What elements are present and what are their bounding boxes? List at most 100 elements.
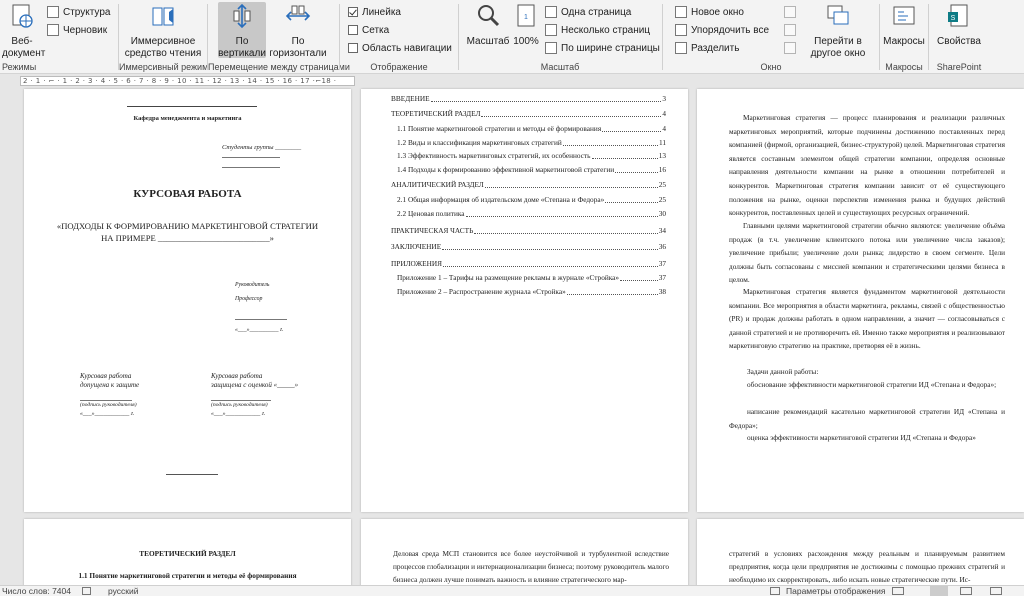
display-settings-button[interactable]: Параметры отображения bbox=[786, 586, 886, 596]
ruler-checkbox[interactable]: Линейка bbox=[348, 4, 401, 20]
toc-entry-page: 4 bbox=[662, 124, 666, 133]
intro-paragraph-2: Главными целями маркетинговой стратегии … bbox=[729, 221, 1005, 285]
toc-entry-title: Приложение 2 – Распространение журнала «… bbox=[397, 287, 566, 296]
switch-windows-icon bbox=[827, 5, 849, 25]
svg-text:S: S bbox=[951, 15, 956, 22]
toc-entry-page: 38 bbox=[658, 287, 666, 296]
immersive-group: Иммерсивное средство чтения Иммерсивный … bbox=[119, 0, 208, 74]
page-width-button[interactable]: По ширине страницы bbox=[545, 40, 660, 56]
split-label: Разделить bbox=[691, 42, 740, 54]
toc-entry[interactable]: ТЕОРЕТИЧЕСКИЙ РАЗДЕЛ 4 bbox=[391, 109, 666, 119]
horizontal-scroll-icon bbox=[285, 5, 311, 21]
toc-entry[interactable]: ЗАКЛЮЧЕНИЕ 36 bbox=[391, 242, 666, 252]
read-mode-icon[interactable] bbox=[930, 586, 948, 596]
toc-entry-page: 13 bbox=[658, 151, 666, 160]
toc-entry-page: 25 bbox=[658, 195, 666, 204]
toc-entry[interactable]: 2.2 Ценовая политика 30 bbox=[397, 209, 666, 219]
grid-label: Сетка bbox=[362, 24, 390, 36]
structure-button[interactable]: Структура bbox=[47, 4, 110, 20]
word-count[interactable]: Число слов: 7404 bbox=[2, 586, 71, 596]
zoom-group-label: Масштаб bbox=[540, 62, 580, 72]
toc-entry-page: 34 bbox=[658, 226, 666, 235]
toc-entry-page: 36 bbox=[658, 242, 666, 251]
properties-button[interactable]: S Свойства bbox=[931, 2, 987, 48]
toc-leader-dots bbox=[602, 131, 662, 132]
toc-leader-dots bbox=[465, 216, 658, 217]
arrange-all-button[interactable]: Упорядочить все bbox=[675, 22, 769, 38]
header-rule bbox=[127, 106, 257, 107]
toc-entry[interactable]: ПРАКТИЧЕСКАЯ ЧАСТЬ 34 bbox=[391, 226, 666, 236]
print-layout-icon[interactable] bbox=[960, 587, 972, 595]
intro-paragraph-1: Маркетинговая стратегия — процесс планир… bbox=[729, 113, 1005, 218]
page-width-label: По ширине страницы bbox=[561, 42, 660, 54]
web-layout-icon[interactable] bbox=[990, 587, 1002, 595]
horizontal-button[interactable]: По горизонтали bbox=[268, 2, 328, 60]
draft-button[interactable]: Черновик bbox=[47, 22, 107, 38]
toc-entry[interactable]: Приложение 1 – Тарифы на размещение рекл… bbox=[397, 273, 666, 283]
structure-label: Структура bbox=[63, 6, 111, 18]
macros-button[interactable]: Макросы bbox=[882, 2, 926, 48]
sync-scroll-icon[interactable] bbox=[784, 24, 796, 36]
toc-entry[interactable]: 1.2 Виды и классификация маркетинговых с… bbox=[397, 138, 666, 148]
multiple-pages-button[interactable]: Несколько страниц bbox=[545, 22, 650, 38]
sharepoint-group: S Свойства SharePoint bbox=[929, 0, 989, 74]
reset-window-icon[interactable] bbox=[784, 42, 796, 54]
toc-leader-dots bbox=[615, 172, 658, 173]
toc-entry[interactable]: АНАЛИТИЧЕСКИЙ РАЗДЕЛ 25 bbox=[391, 180, 666, 190]
proofing-icon[interactable] bbox=[82, 587, 91, 595]
footer-rule bbox=[166, 474, 218, 475]
toc-entry[interactable]: ПРИЛОЖЕНИЯ 37 bbox=[391, 259, 666, 269]
toc-leader-dots bbox=[443, 266, 658, 267]
immersive-reader-button[interactable]: Иммерсивное средство чтения bbox=[123, 2, 203, 60]
tasks-heading: Задачи данной работы: bbox=[747, 367, 819, 376]
nav-pane-checkbox[interactable]: Область навигации bbox=[348, 40, 452, 56]
modes-group-label: Режимы bbox=[2, 62, 37, 72]
ruler-bar: 2 · 1 · ⌐ · 1 · 2 · 3 · 4 · 5 · 6 · 7 · … bbox=[0, 74, 1024, 88]
zoom-button[interactable]: Масштаб bbox=[465, 2, 511, 48]
page-width-icon bbox=[545, 42, 557, 54]
switch-windows-button[interactable]: Перейти в другое окно bbox=[805, 2, 871, 60]
toc-leader-dots bbox=[430, 101, 662, 102]
toc-entry[interactable]: 2.1 Общая информация об издательском дом… bbox=[397, 195, 666, 205]
toc-entry[interactable]: ВВЕДЕНИЕ 3 bbox=[391, 94, 666, 104]
web-document-icon bbox=[12, 4, 33, 28]
toc-entry[interactable]: Приложение 2 – Распространение журнала «… bbox=[397, 287, 666, 297]
checkbox-checked-icon bbox=[348, 7, 358, 17]
one-page-button[interactable]: Одна страница bbox=[545, 4, 631, 20]
toc-entry-title: 2.2 Ценовая политика bbox=[397, 209, 465, 218]
vertical-scroll-icon bbox=[233, 3, 251, 29]
arrange-all-label: Упорядочить все bbox=[691, 24, 770, 36]
horizontal-ruler[interactable]: 2 · 1 · ⌐ · 1 · 2 · 3 · 4 · 5 · 6 · 7 · … bbox=[20, 76, 355, 86]
grid-checkbox[interactable]: Сетка bbox=[348, 22, 389, 38]
toc-leader-dots bbox=[566, 294, 658, 295]
page-table-of-contents: ВВЕДЕНИЕ 3 ТЕОРЕТИЧЕСКИЙ РАЗДЕЛ 4 1.1 Поняти… bbox=[361, 89, 688, 512]
date-left: «___»____________ г. bbox=[80, 411, 135, 417]
vertical-button[interactable]: По вертикали bbox=[218, 2, 266, 59]
toc-entry-page: 37 bbox=[658, 273, 666, 282]
toc-entry-page: 25 bbox=[658, 180, 666, 189]
zoom-100-button[interactable]: 1 100% bbox=[511, 2, 541, 48]
toc-leader-dots bbox=[591, 158, 658, 159]
page-continued-2: стратегий в условиях расхождения между р… bbox=[697, 519, 1024, 589]
signature-line bbox=[222, 157, 280, 158]
view-side-by-side-icon[interactable] bbox=[784, 6, 796, 18]
toc-entry[interactable]: 1.3 Эффективность маркетинговых стратеги… bbox=[397, 151, 666, 161]
signature-line bbox=[222, 167, 280, 168]
web-document-button[interactable]: Веб- документ bbox=[2, 2, 45, 60]
split-button[interactable]: Разделить bbox=[675, 40, 739, 56]
date-right: «___»____________ г. bbox=[211, 411, 266, 417]
toc-entry[interactable]: 1.1 Понятие маркетинговой стратегии и ме… bbox=[397, 124, 666, 134]
page-introduction: Маркетинговая стратегия — процесс планир… bbox=[697, 89, 1024, 512]
focus-mode-icon[interactable] bbox=[892, 587, 904, 595]
multiple-pages-icon bbox=[545, 24, 557, 36]
new-window-button[interactable]: Новое окно bbox=[675, 4, 744, 20]
new-window-label: Новое окно bbox=[691, 6, 744, 18]
macros-group: Макросы Макросы bbox=[880, 0, 928, 74]
modes-group: Веб- документ Структура Черновик Режимы bbox=[0, 0, 118, 74]
toc-entry[interactable]: 1.4 Подходы к формированию эффективной м… bbox=[397, 165, 666, 175]
toc-leader-dots bbox=[620, 280, 658, 281]
page-movement-group-label: Перемещение между страницами bbox=[208, 62, 350, 72]
toc-entry-page: 3 bbox=[662, 94, 666, 103]
arrange-all-icon bbox=[675, 24, 687, 36]
language-indicator[interactable]: русский bbox=[108, 586, 139, 596]
